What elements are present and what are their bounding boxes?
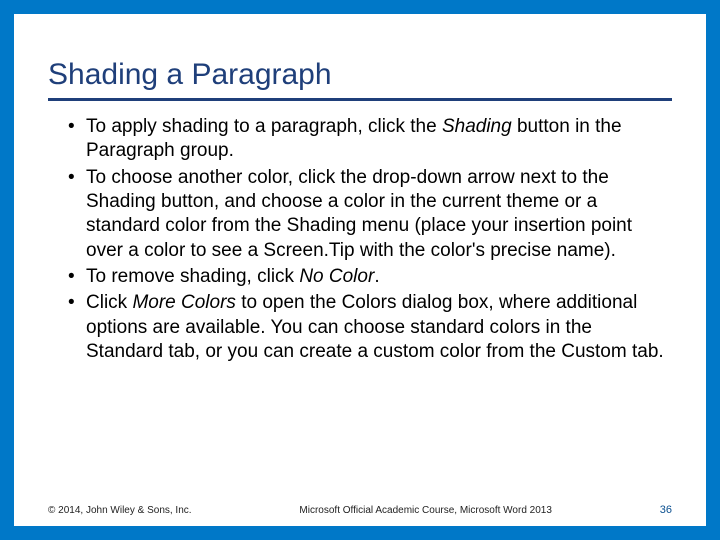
slide-footer: © 2014, John Wiley & Sons, Inc. Microsof… bbox=[48, 504, 672, 516]
bullet-emphasis: Shading bbox=[442, 116, 512, 137]
bullet-emphasis: No Color bbox=[299, 266, 374, 287]
bullet-emphasis: More Colors bbox=[132, 292, 235, 313]
slide-frame: Shading a Paragraph To apply shading to … bbox=[0, 0, 720, 540]
bullet-text: . bbox=[374, 266, 379, 287]
list-item: To apply shading to a paragraph, click t… bbox=[70, 115, 672, 164]
bullet-text: Click bbox=[86, 292, 132, 313]
slide-title: Shading a Paragraph bbox=[48, 44, 672, 92]
list-item: To choose another color, click the drop-… bbox=[70, 166, 672, 263]
bullet-text: To choose another color, click the drop-… bbox=[86, 167, 632, 261]
bullet-text: To remove shading, click bbox=[86, 266, 299, 287]
list-item: To remove shading, click No Color. bbox=[70, 265, 672, 289]
footer-page-number: 36 bbox=[660, 504, 672, 516]
list-item: Click More Colors to open the Colors dia… bbox=[70, 291, 672, 364]
slide-content: Shading a Paragraph To apply shading to … bbox=[14, 14, 706, 526]
bullet-text: To apply shading to a paragraph, click t… bbox=[86, 116, 442, 137]
bullet-list: To apply shading to a paragraph, click t… bbox=[48, 115, 672, 364]
footer-copyright: © 2014, John Wiley & Sons, Inc. bbox=[48, 505, 192, 516]
footer-course: Microsoft Official Academic Course, Micr… bbox=[192, 505, 660, 516]
title-underline bbox=[48, 98, 672, 101]
